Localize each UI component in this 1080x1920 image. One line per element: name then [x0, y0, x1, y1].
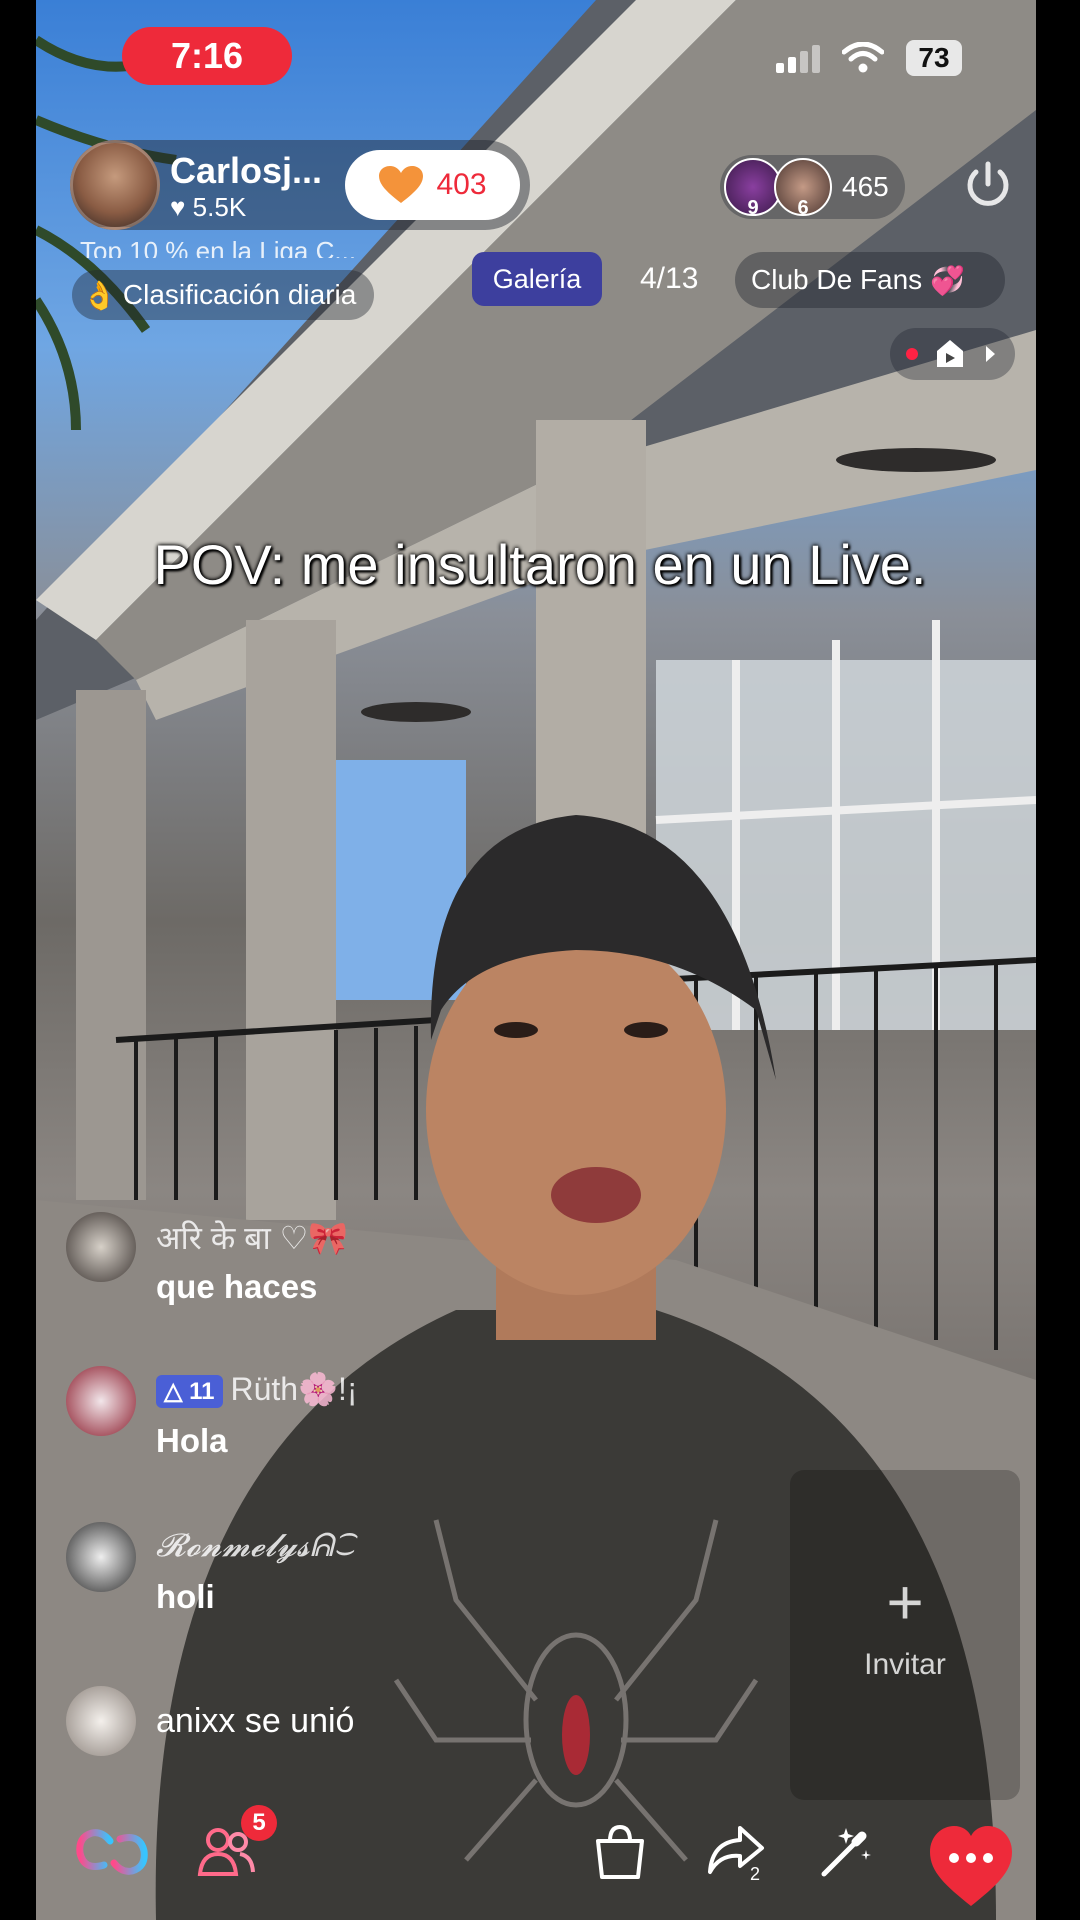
host-info[interactable]: Carlosj... ♥ 5.5K 403	[70, 140, 530, 230]
league-ranking[interactable]: Top 10 % en la Liga C...	[80, 236, 410, 258]
comment-text: Hola	[156, 1422, 228, 1459]
gallery-counter: 4/13	[640, 262, 699, 295]
commenter-avatar[interactable]	[66, 1686, 136, 1756]
live-controls[interactable]	[890, 328, 1015, 380]
letterbox-left	[0, 0, 36, 1920]
friends-badge: 5	[241, 1805, 277, 1841]
commenter-name[interactable]: 𝓡𝓸𝓷𝓶𝓮𝓵𝔂𝓼ᕱ⁐	[156, 1526, 355, 1565]
host-avatar[interactable]	[70, 140, 160, 230]
play-icon[interactable]	[933, 337, 967, 371]
status-time: 7:16	[122, 27, 292, 85]
live-stream-screen: 7:16 73 Carlosj... ♥ 5.5K 403 Top 10 % e…	[0, 0, 1080, 1920]
invite-panel[interactable]: + Invitar	[790, 1470, 1020, 1800]
heart-icon: ♥	[170, 192, 186, 222]
record-icon	[905, 348, 918, 360]
host-likes-count: 5.5K	[192, 192, 247, 222]
level-number: 11	[189, 1378, 215, 1406]
commenter-avatar[interactable]	[66, 1366, 136, 1436]
status-indicators: 73	[776, 40, 962, 76]
letterbox-right	[1036, 0, 1080, 1920]
host-name: Carlosj...	[170, 150, 323, 191]
follow-button[interactable]: 403	[345, 150, 520, 220]
gallery-tab[interactable]: Galería	[472, 252, 602, 306]
comment-text: holi	[156, 1578, 215, 1615]
level-badge: △ 11	[156, 1375, 223, 1409]
video-caption: POV: me insultaron en un Live.	[153, 533, 927, 596]
chevron-right-icon[interactable]	[983, 343, 999, 365]
viewer-avatar[interactable]: 6	[774, 158, 832, 219]
viewer-rank: 9	[747, 197, 759, 219]
commenter-username: Rüth🌸!¡	[230, 1371, 358, 1407]
daily-ranking-label: Clasificación diaria	[122, 279, 357, 310]
daily-ranking[interactable]: 👌 Clasificación diaria	[72, 270, 375, 320]
heart-icon	[379, 166, 424, 203]
invite-label: Invitar	[864, 1648, 946, 1681]
viewer-list[interactable]: 9 6 465	[720, 155, 905, 219]
viewer-count: 465	[842, 171, 889, 202]
join-text: anixx se unió	[156, 1702, 355, 1740]
battery-level: 73	[906, 40, 962, 76]
comment-text: que haces	[156, 1268, 318, 1305]
link-button[interactable]	[72, 1812, 152, 1892]
thumbs-icon: 👌	[82, 279, 117, 311]
commenter-name[interactable]: △ 11 Rüth🌸!¡	[156, 1370, 358, 1409]
hearts-icon: 💞	[930, 264, 966, 296]
fan-club-button[interactable]: Club De Fans 💞	[735, 252, 1005, 308]
bag-icon	[596, 1824, 644, 1879]
plus-icon: +	[886, 1566, 924, 1638]
power-icon[interactable]	[960, 158, 1016, 214]
commenter-avatar[interactable]	[66, 1212, 136, 1282]
effects-button[interactable]	[806, 1812, 886, 1892]
magic-wand-icon	[821, 1828, 871, 1877]
share-icon: 2	[708, 1826, 764, 1882]
viewer-rank: 6	[797, 197, 809, 219]
share-button[interactable]: 2	[696, 1812, 776, 1892]
commenter-name[interactable]: अरि के बा ♡🎀	[156, 1216, 348, 1259]
share-count: 2	[750, 1864, 760, 1882]
wifi-icon	[842, 42, 884, 73]
host-likes: ♥ 5.5K	[170, 192, 246, 223]
more-icon[interactable]	[926, 1820, 1016, 1910]
follow-count: 403	[436, 168, 487, 201]
link-icon	[76, 1829, 148, 1875]
shop-button[interactable]	[580, 1812, 660, 1892]
fan-club-label: Club De Fans	[751, 264, 923, 295]
commenter-avatar[interactable]	[66, 1522, 136, 1592]
signal-icon	[776, 45, 820, 73]
